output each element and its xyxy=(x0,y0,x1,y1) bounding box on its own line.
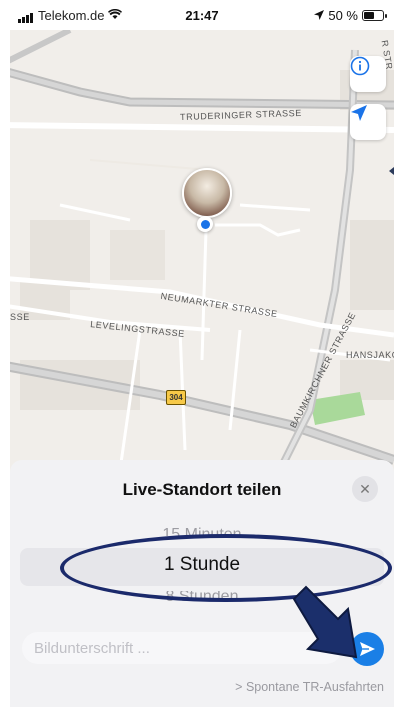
status-bar: Telekom.de 21:47 50 % xyxy=(10,0,394,30)
road-number-shield: 304 xyxy=(166,390,186,405)
map-background xyxy=(10,30,394,470)
user-avatar[interactable] xyxy=(182,168,232,218)
info-button[interactable] xyxy=(350,56,386,92)
info-icon xyxy=(350,56,370,76)
location-arrow-icon xyxy=(314,8,325,23)
sheet-title: Live-Standort teilen xyxy=(122,480,282,499)
battery-icon xyxy=(362,10,387,21)
annotation-arrow-icon xyxy=(292,585,358,659)
forward-link[interactable]: > Spontane TR-Ausfahrten xyxy=(235,680,384,694)
street-label-hansjakob: HANSJAKOB xyxy=(346,350,394,360)
status-right: 50 % xyxy=(314,8,387,23)
locate-button[interactable] xyxy=(350,104,386,140)
street-label-left-fragment: SSE xyxy=(10,312,30,322)
map-view[interactable]: TRUDERINGER STRASSE NEUMARKTER STRASSE L… xyxy=(10,30,394,470)
close-icon: ✕ xyxy=(359,480,371,497)
phone-screen: Telekom.de 21:47 50 % TRUDERINGER STRASS… xyxy=(10,0,394,707)
close-button[interactable]: ✕ xyxy=(352,476,378,502)
share-location-sheet: Live-Standort teilen ✕ 15 Minuten 1 Stun… xyxy=(10,460,394,707)
battery-percent: 50 % xyxy=(328,8,358,23)
location-arrow-icon xyxy=(351,105,367,121)
current-location-dot xyxy=(197,216,213,232)
